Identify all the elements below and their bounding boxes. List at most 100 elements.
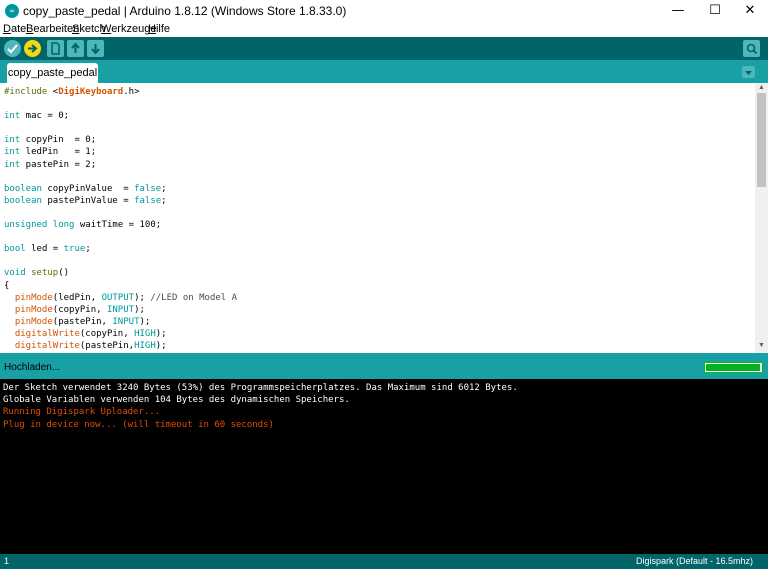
code-line[interactable]: boolean copyPinValue = false;: [4, 183, 237, 195]
new-button[interactable]: [47, 40, 64, 57]
code-token: digitalWrite: [14, 328, 80, 339]
code-line[interactable]: {: [4, 280, 237, 292]
code-token: DigiKeyboard: [58, 87, 124, 97]
code-token: copyPinValue =: [41, 183, 135, 194]
console-line: Der Sketch verwendet 3240 Bytes (53%) de…: [3, 383, 518, 393]
scrollbar-thumb[interactable]: [757, 93, 766, 187]
menu-hilfe[interactable]: Hilfe: [148, 23, 170, 35]
code-token: int: [4, 159, 21, 170]
code-line[interactable]: pinMode(pastePin, INPUT);: [4, 316, 237, 328]
code-token: unsigned: [4, 220, 48, 231]
chevron-down-icon: [745, 71, 752, 75]
code-token: true: [63, 244, 86, 255]
code-token: pastePin = 2;: [20, 159, 97, 170]
code-token: boolean: [4, 183, 42, 194]
code-line[interactable]: void setup(): [4, 267, 237, 279]
code-token: mac = 0;: [20, 111, 70, 122]
code-line[interactable]: int mac = 0;: [4, 110, 237, 122]
window-title: copy_paste_pedal | Arduino 1.8.12 (Windo…: [23, 4, 347, 18]
code-token: (pastePin,: [79, 340, 135, 351]
code-token: .h>: [123, 87, 140, 97]
code-line[interactable]: unsigned long waitTime = 100;: [4, 219, 237, 231]
code-line[interactable]: int copyPin = 0;: [4, 134, 237, 146]
code-text[interactable]: #include <DigiKeyboard.h> int mac = 0; i…: [4, 86, 237, 352]
footer-bar: 1 Digispark (Default - 16.5mhz): [0, 554, 768, 569]
code-line[interactable]: digitalWrite(copyPin, HIGH);: [4, 328, 237, 340]
scroll-up-icon[interactable]: ▲: [758, 84, 765, 91]
upload-progress-bar: [704, 362, 763, 373]
code-token: ;: [161, 195, 167, 206]
code-line[interactable]: int pastePin = 2;: [4, 159, 237, 171]
code-token: (): [58, 268, 70, 279]
open-button[interactable]: [67, 40, 84, 57]
code-line[interactable]: [4, 98, 237, 110]
tab-menu-button[interactable]: [742, 66, 755, 78]
arrow-right-icon: [28, 44, 38, 53]
code-token: ledPin = 1;: [20, 147, 97, 158]
tab-copy-paste-pedal[interactable]: copy_paste_pedal: [7, 63, 98, 83]
title-bar: ∞ copy_paste_pedal | Arduino 1.8.12 (Win…: [0, 0, 768, 22]
code-token: );: [139, 316, 151, 327]
upload-button[interactable]: [24, 40, 41, 57]
scroll-down-icon[interactable]: ▼: [758, 342, 765, 349]
code-token: INPUT: [112, 316, 140, 327]
code-token: int: [4, 135, 21, 146]
code-line[interactable]: [4, 255, 237, 267]
tab-bar: copy_paste_pedal: [0, 60, 768, 83]
status-bar: Hochladen...: [0, 357, 768, 379]
code-token: boolean: [4, 195, 42, 206]
code-editor[interactable]: #include <DigiKeyboard.h> int mac = 0; i…: [0, 83, 755, 353]
menu-datei[interactable]: Datei: [3, 23, 29, 35]
code-token: setup: [31, 268, 59, 279]
editor-scrollbar[interactable]: ▲ ▼: [755, 83, 768, 353]
code-line[interactable]: pinMode(ledPin, OUTPUT); //LED on Model …: [4, 292, 237, 304]
code-line[interactable]: pinMode(copyPin, INPUT);: [4, 304, 237, 316]
code-line[interactable]: int ledPin = 1;: [4, 146, 237, 158]
toolbar: [0, 37, 768, 60]
maximize-button[interactable]: ☐: [697, 0, 733, 22]
code-token: int: [4, 111, 21, 122]
minimize-button[interactable]: —: [660, 0, 696, 22]
code-line[interactable]: boolean pastePinValue = false;: [4, 195, 237, 207]
code-token: (copyPin,: [52, 304, 107, 315]
code-token: waitTime = 100;: [74, 220, 162, 231]
console-lines: Der Sketch verwendet 3240 Bytes (53%) de…: [3, 382, 518, 431]
code-line[interactable]: digitalWrite(pastePin,HIGH);: [4, 340, 237, 352]
code-token: false: [134, 195, 162, 206]
code-token: );: [134, 292, 151, 303]
serial-monitor-button[interactable]: [743, 40, 760, 57]
code-token: pinMode: [14, 292, 53, 303]
board-info: Digispark (Default - 16.5mhz): [635, 556, 753, 566]
code-token: (copyPin,: [79, 328, 135, 339]
code-token: ;: [161, 183, 167, 194]
code-line[interactable]: [4, 231, 237, 243]
console-output[interactable]: Der Sketch verwendet 3240 Bytes (53%) de…: [0, 379, 768, 554]
code-token: (pastePin,: [52, 316, 113, 327]
menu-bar: Datei Bearbeiten Sketch Werkzeuge Hilfe: [0, 22, 768, 37]
code-line[interactable]: [4, 171, 237, 183]
code-line[interactable]: [4, 207, 237, 219]
verify-button[interactable]: [4, 40, 21, 57]
code-token: //LED on Model A: [150, 292, 238, 303]
code-token: pinMode: [14, 316, 53, 327]
code-token: #include: [4, 87, 53, 97]
arrow-up-icon: [71, 42, 80, 53]
code-token: copyPin = 0;: [20, 135, 97, 146]
code-token: ;: [85, 244, 91, 255]
close-button[interactable]: ✕: [732, 0, 768, 22]
code-token: HIGH: [134, 340, 156, 351]
code-token: void: [4, 268, 26, 279]
console-line: Running Digispark Uploader...: [3, 407, 161, 418]
save-button[interactable]: [87, 40, 104, 57]
code-line[interactable]: [4, 122, 237, 134]
code-line[interactable]: bool led = true;: [4, 243, 237, 255]
console-line: Plug in device now... (will timeout in 6…: [3, 419, 274, 430]
code-token: int: [4, 147, 21, 158]
console-line: Globale Variablen verwenden 104 Bytes de…: [3, 395, 350, 406]
code-line[interactable]: #include <DigiKeyboard.h>: [4, 86, 237, 98]
